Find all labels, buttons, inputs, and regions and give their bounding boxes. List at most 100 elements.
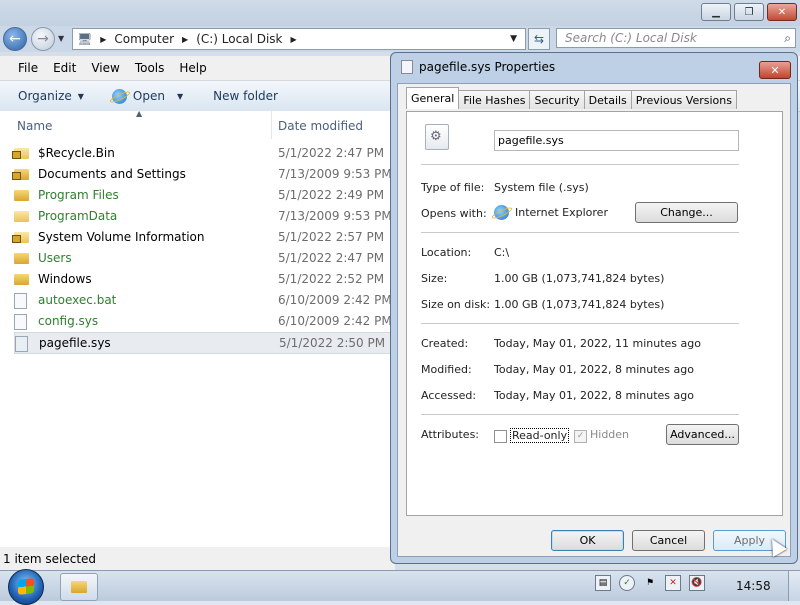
size-on-disk-value: 1.00 GB (1,073,741,824 bytes) — [494, 298, 665, 311]
minimize-button[interactable]: ▁ — [701, 3, 731, 21]
windows-logo-icon — [18, 578, 34, 595]
file-name: Program Files — [38, 188, 119, 202]
divider — [421, 164, 739, 165]
taskbar-explorer-button[interactable] — [60, 573, 98, 601]
file-row[interactable]: Documents and Settings 7/13/2009 9:53 PM — [12, 164, 392, 184]
file-date: 5/1/2022 2:49 PM — [278, 188, 385, 202]
menu-help[interactable]: Help — [179, 61, 206, 75]
file-name: Documents and Settings — [38, 167, 186, 181]
hidden-label[interactable]: Hidden — [590, 428, 629, 441]
volume-muted-icon[interactable]: 🔇 — [689, 575, 705, 591]
chevron-right-icon: ▶ — [100, 34, 107, 44]
organize-label: Organize — [18, 89, 72, 103]
open-label: Open — [132, 89, 165, 103]
size-on-disk-label: Size on disk: — [421, 298, 491, 311]
folder-icon — [14, 272, 30, 286]
ok-button[interactable]: OK — [551, 530, 624, 551]
breadcrumb-local-disk[interactable]: (C:) Local Disk — [196, 32, 282, 46]
security-shield-icon[interactable]: ✓ — [619, 575, 635, 591]
file-row-selected[interactable]: pagefile.sys 5/1/2022 2:50 PM — [14, 332, 394, 354]
file-row[interactable]: $Recycle.Bin 5/1/2022 2:47 PM — [12, 143, 392, 163]
locked-folder-icon — [12, 146, 30, 160]
back-button[interactable]: ← — [3, 27, 27, 51]
clock[interactable]: 14:58 — [736, 579, 771, 593]
document-tray-icon[interactable]: ▤ — [595, 575, 611, 591]
file-list: Name ▲ Date modified $Recycle.Bin 5/1/20… — [0, 109, 394, 547]
tab-previous-versions[interactable]: Previous Versions — [630, 90, 737, 109]
size-label: Size: — [421, 272, 448, 285]
folder-icon — [14, 188, 30, 202]
menu-tools[interactable]: Tools — [135, 61, 165, 75]
tab-general[interactable]: General — [406, 87, 460, 109]
accessed-value: Today, May 01, 2022, 8 minutes ago — [494, 389, 694, 402]
file-row[interactable]: Program Files 5/1/2022 2:49 PM — [14, 185, 392, 205]
file-row[interactable]: System Volume Information 5/1/2022 2:57 … — [12, 227, 392, 247]
read-only-label[interactable]: Read-only — [510, 428, 570, 443]
chevron-right-icon: ▶ — [182, 34, 189, 44]
organize-button[interactable]: Organize ▼ — [18, 89, 84, 103]
column-header-name[interactable]: Name — [17, 119, 52, 133]
gear-file-icon: ⚙ — [425, 124, 449, 150]
folder-icon — [71, 581, 87, 593]
file-row[interactable]: Windows 5/1/2022 2:52 PM — [14, 269, 392, 289]
arrow-left-icon: ← — [9, 31, 21, 47]
file-date: 5/1/2022 2:52 PM — [278, 272, 385, 286]
status-text: 1 item selected — [3, 551, 97, 566]
show-desktop-button[interactable] — [788, 571, 800, 601]
menu-edit[interactable]: Edit — [53, 61, 76, 75]
divider — [421, 232, 739, 233]
file-date: 5/1/2022 2:50 PM — [279, 336, 386, 350]
action-center-flag-icon[interactable]: ⚑ — [643, 576, 657, 590]
search-input[interactable]: Search (C:) Local Disk ⌕ — [556, 28, 796, 48]
menu-view[interactable]: View — [91, 61, 119, 75]
location-value: C:\ — [494, 246, 510, 259]
column-header-date[interactable]: Date modified — [278, 119, 363, 133]
breadcrumb-computer[interactable]: Computer — [114, 32, 174, 46]
advanced-button[interactable]: Advanced... — [666, 424, 739, 445]
forward-button[interactable]: → — [31, 27, 55, 51]
modified-value: Today, May 01, 2022, 8 minutes ago — [494, 363, 694, 376]
refresh-button[interactable]: ⇆ — [528, 28, 550, 50]
menu-file[interactable]: File — [18, 61, 38, 75]
properties-dialog: pagefile.sys Properties ✕ General File H… — [390, 52, 798, 564]
tab-security[interactable]: Security — [529, 90, 585, 109]
refresh-icon: ⇆ — [533, 32, 545, 46]
dialog-body: General File Hashes Security Details Pre… — [397, 83, 791, 557]
maximize-button[interactable]: ❐ — [734, 3, 764, 21]
filename-field[interactable]: pagefile.sys — [494, 130, 739, 151]
address-dropdown-icon[interactable]: ▼ — [510, 34, 517, 44]
dialog-close-button[interactable]: ✕ — [759, 61, 791, 79]
change-button[interactable]: Change... — [635, 202, 738, 223]
open-button[interactable]: Open ▼ — [111, 88, 184, 104]
divider — [421, 323, 739, 324]
locked-folder-icon — [12, 230, 30, 244]
file-row[interactable]: ProgramData 7/13/2009 9:53 PM — [14, 206, 392, 226]
chevron-down-icon: ▼ — [176, 91, 184, 101]
file-row[interactable]: autoexec.bat 6/10/2009 2:42 PM — [14, 290, 392, 310]
read-only-checkbox[interactable] — [494, 430, 507, 443]
file-name: autoexec.bat — [38, 293, 117, 307]
internet-explorer-icon — [111, 88, 127, 104]
chevron-right-icon: ▶ — [290, 34, 297, 44]
file-row[interactable]: config.sys 6/10/2009 2:42 PM — [14, 311, 392, 331]
new-folder-button[interactable]: New folder — [213, 89, 278, 103]
size-value: 1.00 GB (1,073,741,824 bytes) — [494, 272, 665, 285]
file-row[interactable]: Users 5/1/2022 2:47 PM — [14, 248, 392, 268]
network-error-icon[interactable]: ✕ — [665, 575, 681, 591]
hidden-checkbox[interactable]: ✓ — [574, 430, 587, 443]
file-name: Windows — [38, 272, 92, 286]
tab-details[interactable]: Details — [583, 90, 632, 109]
cancel-button[interactable]: Cancel — [632, 530, 705, 551]
accessed-label: Accessed: — [421, 389, 477, 402]
column-divider[interactable] — [271, 111, 272, 139]
divider — [421, 414, 739, 415]
document-icon — [14, 293, 30, 309]
address-bar[interactable]: 🖥 ▶ Computer ▶ (C:) Local Disk ▶ ▼ — [72, 28, 526, 50]
close-button[interactable]: ✕ — [767, 3, 797, 21]
computer-icon: 🖥 — [77, 32, 93, 46]
folder-icon — [14, 251, 30, 265]
recent-pages-chevron-icon[interactable]: ▼ — [58, 34, 64, 43]
tab-file-hashes[interactable]: File Hashes — [458, 90, 531, 109]
file-date: 7/13/2009 9:53 PM — [278, 209, 392, 223]
file-date: 6/10/2009 2:42 PM — [278, 314, 392, 328]
